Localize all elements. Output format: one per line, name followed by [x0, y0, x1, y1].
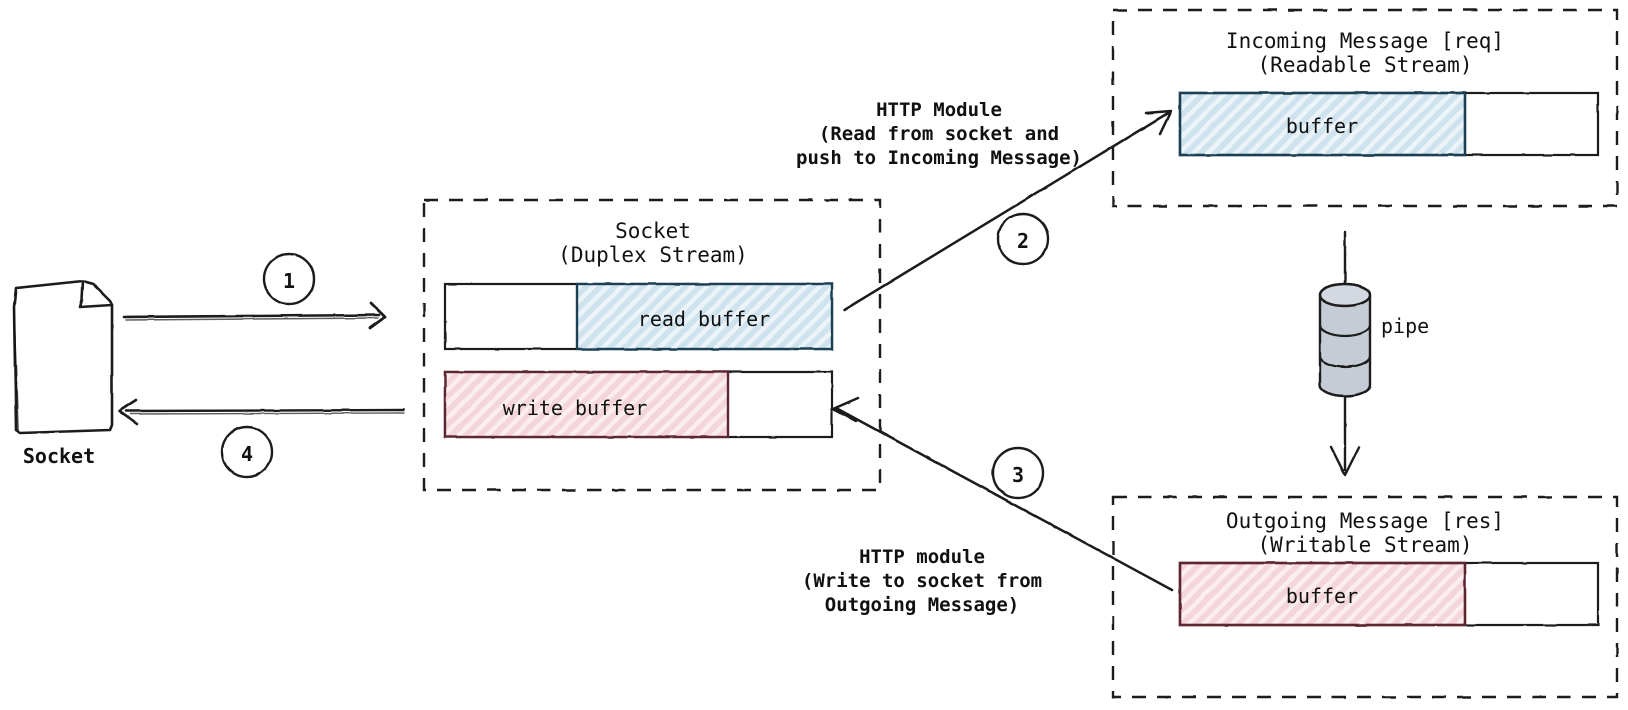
pipe-cylinder-icon: [1318, 282, 1372, 398]
document-icon: [12, 279, 114, 435]
http-write-note-line1: HTTP module: [859, 546, 985, 568]
socket-box-subtitle: (Duplex Stream): [558, 243, 748, 267]
write-buffer-label: write buffer: [502, 396, 648, 420]
client-socket-label: Socket: [22, 444, 96, 468]
step-marker-4-label: 4: [240, 442, 254, 466]
step-marker-2-label: 2: [1016, 229, 1030, 253]
http-write-note-line3: Outgoing Message): [824, 594, 1020, 616]
outgoing-buffer-label: buffer: [1285, 584, 1359, 608]
diagram-canvas: [12, 8, 1619, 699]
outgoing-buffer-shape: [1178, 561, 1600, 627]
arrow-step-4: [117, 398, 406, 426]
incoming-buffer-label: buffer: [1285, 114, 1359, 138]
incoming-buffer-shape: [1178, 91, 1600, 157]
outgoing-box-subtitle: (Writable Stream): [1257, 533, 1473, 557]
pipe-label: pipe: [1381, 314, 1430, 338]
stream-flow-diagram: Socket 1 4 2 3 Socket (Duplex Stream) re…: [0, 0, 1628, 710]
http-write-note-line2: (Write to socket from: [801, 570, 1043, 592]
arrow-step-1: [122, 301, 387, 330]
http-read-note-line1: HTTP Module: [876, 99, 1002, 121]
step-marker-3-label: 3: [1011, 463, 1025, 487]
incoming-box-subtitle: (Readable Stream): [1257, 53, 1473, 77]
http-read-note-line3: push to Incoming Message): [796, 147, 1082, 169]
http-read-note-line2: (Read from socket and: [818, 123, 1060, 145]
step-marker-1-label: 1: [282, 269, 296, 293]
read-buffer-label: read buffer: [637, 307, 771, 331]
